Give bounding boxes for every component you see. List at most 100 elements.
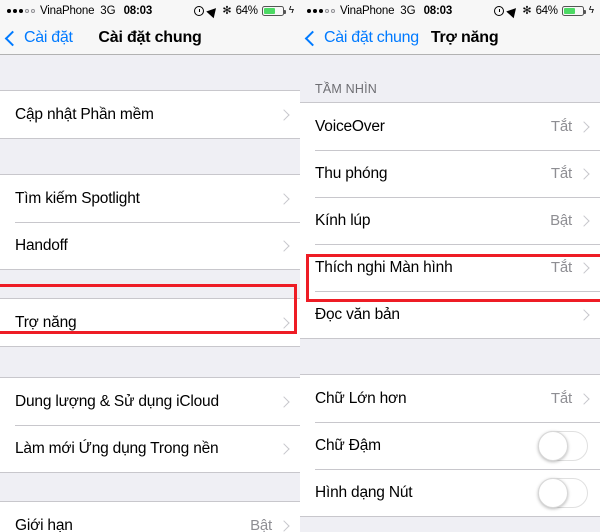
page-title: Cài đặt chung [98, 29, 202, 46]
row-label: Làm mới Ứng dụng Trong nền [15, 439, 219, 457]
back-button-general-settings[interactable]: Cài đặt chung [304, 29, 419, 47]
row-accessory [278, 239, 290, 252]
row-label: Dung lượng & Sử dụng iCloud [15, 392, 219, 410]
row-icloud-storage[interactable]: Dung lượng & Sử dụng iCloud [0, 378, 300, 425]
navigation-bar-right: Cài đặt chung Trợ năng [300, 22, 600, 55]
chevron-right-icon [578, 308, 590, 321]
battery-icon [561, 6, 586, 16]
row-accessibility[interactable]: Trợ năng [0, 299, 300, 346]
chevron-right-icon [578, 167, 590, 180]
section-header-label: TẦM NHÌN [315, 82, 378, 96]
navigation-bar-left: Cài đặt Cài đặt chung [0, 22, 300, 55]
row-background-app-refresh[interactable]: Làm mới Ứng dụng Trong nền [0, 425, 300, 472]
row-label: Tìm kiếm Spotlight [15, 189, 140, 207]
row-accessory: Bật [250, 517, 290, 532]
toggle-button-shapes[interactable] [538, 477, 588, 508]
settings-group-spotlight-handoff: Tìm kiếm Spotlight Handoff [0, 174, 300, 270]
toggle-knob [538, 430, 568, 461]
settings-list-left: Cập nhật Phần mềm Tìm kiếm Spotlight Han… [0, 55, 300, 532]
dual-screenshot-container: VinaPhone 3G 08:03 ✻ 64% ϟ Cài đặt Cài đ… [0, 0, 600, 532]
location-arrow-icon [506, 4, 521, 18]
chevron-left-icon [4, 30, 21, 46]
row-voiceover[interactable]: VoiceOver Tắt [300, 103, 600, 150]
row-value: Bật [550, 212, 572, 229]
battery-icon [261, 6, 286, 16]
row-accessory [278, 108, 290, 121]
status-bar-right: VinaPhone 3G 08:03 ✻ 64% ϟ [300, 0, 600, 22]
row-value: Tắt [550, 259, 572, 276]
row-label: Chữ Lớn hơn [315, 389, 407, 407]
accessibility-list: TẦM NHÌN VoiceOver Tắt Thu phóng Tắt Kín… [300, 55, 600, 517]
chevron-right-icon [278, 108, 290, 121]
charging-bolt-icon: ϟ [588, 5, 594, 16]
row-accessory: Tắt [550, 165, 590, 182]
row-value: Tắt [550, 165, 572, 182]
signal-dots-icon [7, 9, 35, 13]
row-accessory [278, 442, 290, 455]
row-restrictions[interactable]: Giới hạn Bật [0, 502, 300, 532]
row-software-update[interactable]: Cập nhật Phần mềm [0, 91, 300, 138]
row-label: Hình dạng Nút [315, 483, 413, 501]
row-label: Trợ năng [15, 313, 77, 331]
toggle-knob [538, 477, 568, 508]
row-label: Kính lúp [315, 211, 371, 229]
alarm-icon [494, 6, 505, 16]
left-screen: VinaPhone 3G 08:03 ✻ 64% ϟ Cài đặt Cài đ… [0, 0, 300, 532]
settings-group-restrictions: Giới hạn Bật [0, 501, 300, 532]
accessibility-group-text: Chữ Lớn hơn Tắt Chữ Đậm Hình dạng Nút [300, 374, 600, 517]
row-accessory [278, 316, 290, 329]
section-gap [0, 55, 300, 90]
battery-percent-label: 64% [235, 5, 258, 17]
row-accessory: Bật [550, 212, 590, 229]
battery-percent-label: 64% [535, 5, 558, 17]
settings-group-accessibility: Trợ năng [0, 298, 300, 347]
row-accessory: Tắt [550, 390, 590, 407]
status-bar-left: VinaPhone 3G 08:03 ✻ 64% ϟ [0, 0, 300, 22]
row-accessory [278, 192, 290, 205]
row-accessory [278, 395, 290, 408]
row-magnifier[interactable]: Kính lúp Bật [300, 197, 600, 244]
section-gap [300, 339, 600, 374]
chevron-right-icon [278, 519, 290, 532]
row-larger-text[interactable]: Chữ Lớn hơn Tắt [300, 375, 600, 422]
row-zoom[interactable]: Thu phóng Tắt [300, 150, 600, 197]
section-gap [0, 270, 300, 298]
row-label: Giới hạn [15, 516, 73, 532]
charging-bolt-icon: ϟ [288, 5, 294, 16]
carrier-label: VinaPhone [340, 5, 395, 17]
row-speech[interactable]: Đọc văn bản [300, 291, 600, 338]
row-handoff[interactable]: Handoff [0, 222, 300, 269]
row-label: Chữ Đậm [315, 436, 381, 454]
section-header-vision: TẦM NHÌN [300, 55, 600, 102]
chevron-right-icon [278, 442, 290, 455]
row-spotlight-search[interactable]: Tìm kiếm Spotlight [0, 175, 300, 222]
row-bold-text[interactable]: Chữ Đậm [300, 422, 600, 469]
bluetooth-icon: ✻ [222, 4, 232, 17]
settings-group-software: Cập nhật Phần mềm [0, 90, 300, 139]
chevron-right-icon [278, 239, 290, 252]
row-button-shapes[interactable]: Hình dạng Nút [300, 469, 600, 516]
chevron-right-icon [278, 192, 290, 205]
location-arrow-icon [206, 4, 221, 18]
carrier-label: VinaPhone [40, 5, 95, 17]
row-label: Handoff [15, 236, 68, 254]
back-button-settings[interactable]: Cài đặt [4, 29, 73, 47]
bluetooth-icon: ✻ [522, 4, 532, 17]
row-value: Tắt [550, 118, 572, 135]
row-accessory [538, 430, 588, 461]
signal-dots-icon [307, 9, 335, 13]
row-accessory [578, 308, 590, 321]
row-value: Bật [250, 517, 272, 532]
chevron-right-icon [578, 120, 590, 133]
status-bar-right-group: ✻ 64% ϟ [494, 4, 594, 18]
toggle-bold-text[interactable] [538, 430, 588, 461]
row-display-accommodations[interactable]: Thích nghi Màn hình Tắt [300, 244, 600, 291]
status-bar-right-group: ✻ 64% ϟ [194, 4, 294, 18]
page-title: Trợ năng [430, 29, 499, 46]
row-value: Tắt [550, 390, 572, 407]
back-button-label: Cài đặt [24, 29, 73, 46]
network-type-label: 3G [400, 5, 416, 17]
row-accessory [538, 477, 588, 508]
chevron-right-icon [278, 395, 290, 408]
chevron-right-icon [278, 316, 290, 329]
